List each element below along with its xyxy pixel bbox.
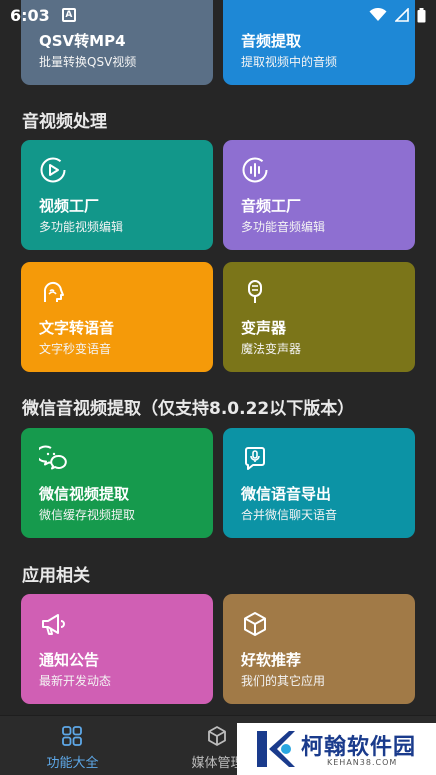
megaphone-icon [42,614,65,635]
main-content: QSV转MP4 批量转换QSV视频 音频提取 提取视频中的音频 音视频处理 视频… [0,0,436,715]
card-subtitle: 魔法变声器 [241,342,302,356]
card-title: 好软推荐 [241,651,302,669]
wechat-video-extract-card[interactable]: 微信视频提取 微信缓存视频提取 [21,428,213,538]
audio-factory-card[interactable]: 音频工厂 多功能音频编辑 [223,140,415,250]
box-icon [244,612,266,636]
card-title: 微信语音导出 [241,485,332,503]
nav-tab-all-features[interactable]: 功能大全 [0,716,145,775]
card-subtitle: 文字秒变语音 [39,342,112,356]
card-title: 文字转语音 [39,319,115,337]
wifi-icon [369,8,387,21]
cube-icon [208,726,226,746]
card-title: 变声器 [241,319,287,337]
video-factory-card[interactable]: 视频工厂 多功能视频编辑 [21,140,213,250]
status-bar: 6:03 A [0,0,436,30]
site-watermark: 柯翰软件园 KEHAN38.COM [237,723,436,775]
grid-icon [62,726,82,746]
card-subtitle: 多功能音频编辑 [241,220,326,234]
wechat-voice-export-card[interactable]: 微信语音导出 合并微信聊天语音 [223,428,415,538]
speaking-head-icon [43,281,64,302]
card-subtitle: 微信缓存视频提取 [39,508,136,522]
status-icons [369,7,426,23]
voice-message-icon [245,447,265,470]
announcement-card[interactable]: 通知公告 最新开发动态 [21,594,213,704]
notification-a-icon: A [61,8,76,22]
section-title-media-processing: 音视频处理 [22,112,107,132]
kehan-logo-icon [257,731,295,767]
card-title: 通知公告 [39,651,100,669]
card-subtitle: 提取视频中的音频 [241,55,338,69]
microphone-icon [248,280,262,303]
card-title: QSV转MP4 [39,32,126,50]
wechat-icon [39,445,67,470]
card-title: 音频提取 [241,32,302,50]
status-time: 6:03 [10,5,50,25]
card-subtitle: 批量转换QSV视频 [39,55,137,69]
card-subtitle: 合并微信聊天语音 [241,508,338,522]
card-subtitle: 我们的其它应用 [241,674,326,688]
section-title-wechat-extraction: 微信音视频提取（仅支持8.0.22以下版本） [22,399,355,419]
video-play-icon [40,157,66,183]
watermark-text: 柯翰软件园 [301,735,417,760]
card-title: 音频工厂 [241,197,302,215]
recommended-apps-card[interactable]: 好软推荐 我们的其它应用 [223,594,415,704]
battery-icon [417,7,426,22]
audio-wave-icon [242,157,268,183]
text-to-speech-card[interactable]: 文字转语音 文字秒变语音 [21,262,213,372]
card-subtitle: 多功能视频编辑 [39,220,124,234]
watermark-url: KEHAN38.COM [327,758,398,767]
nav-label: 功能大全 [46,756,99,771]
signal-icon [395,8,409,22]
section-title-app-related: 应用相关 [22,566,90,586]
card-subtitle: 最新开发动态 [39,674,112,688]
voice-changer-card[interactable]: 变声器 魔法变声器 [223,262,415,372]
card-title: 微信视频提取 [39,485,130,503]
card-title: 视频工厂 [39,197,100,215]
